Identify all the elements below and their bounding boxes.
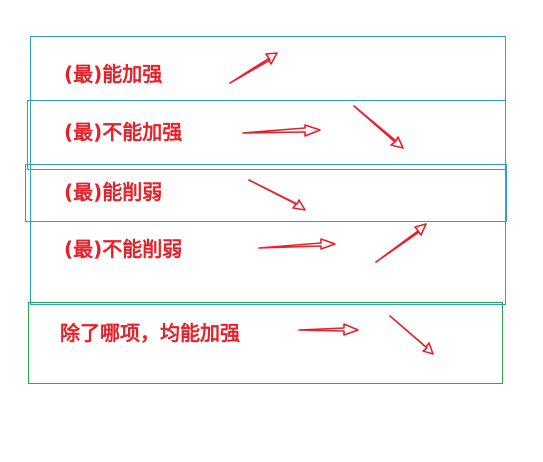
arrow-right-icon (242, 124, 321, 137)
arrow-down-right-icon (248, 179, 306, 211)
arrow-up-right-icon (229, 52, 278, 84)
arrows-layer (229, 52, 434, 355)
arrow-down-right-icon (389, 315, 434, 355)
arrow-right-icon (298, 323, 359, 336)
arrow-up-right-icon (375, 223, 427, 263)
arrow-down-right-icon (353, 105, 404, 149)
arrow-right-icon (258, 238, 336, 250)
